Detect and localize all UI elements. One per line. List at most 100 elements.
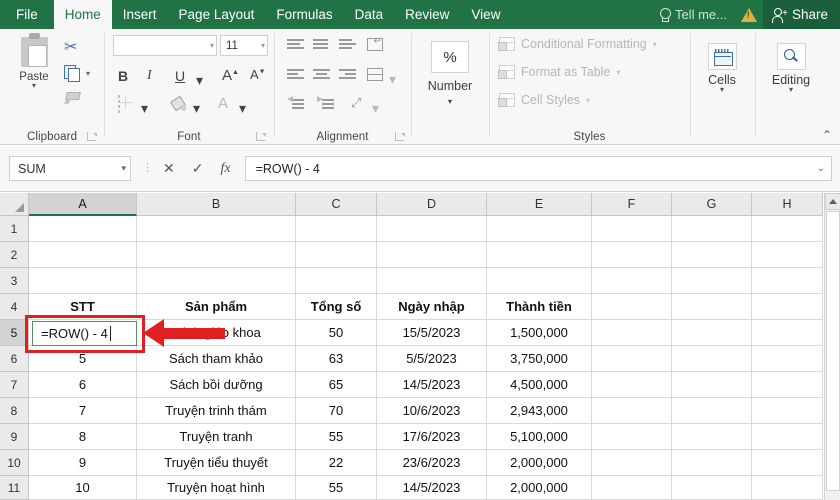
cell-c11[interactable]: 55 (296, 476, 377, 500)
align-center-icon[interactable] (313, 69, 330, 82)
cell-d7[interactable]: 14/5/2023 (377, 372, 487, 398)
cell-d2[interactable] (377, 242, 487, 268)
cell-e7[interactable]: 4,500,000 (487, 372, 592, 398)
warning-triangle-icon[interactable] (740, 7, 757, 22)
clipboard-dialog-launcher[interactable] (87, 132, 97, 141)
font-dialog-launcher[interactable] (256, 132, 266, 141)
cell-d4[interactable]: Ngày nhập (377, 294, 487, 320)
cell-b3[interactable] (137, 268, 296, 294)
font-color-caret-icon[interactable]: ▾ (239, 101, 246, 115)
column-header-h[interactable]: H (752, 193, 823, 216)
cell-g8[interactable] (672, 398, 752, 424)
font-name-caret-icon[interactable]: ▾ (210, 41, 214, 50)
font-size-input[interactable]: 11 ▾ (220, 35, 268, 56)
tell-me-search[interactable]: Tell me... (651, 0, 735, 29)
cell-e2[interactable] (487, 242, 592, 268)
cancel-x-icon[interactable]: ✕ (163, 160, 175, 177)
row-header-1[interactable]: 1 (0, 216, 29, 242)
borders-icon[interactable] (118, 95, 120, 113)
cell-h6[interactable] (752, 346, 823, 372)
cell-d9[interactable]: 17/6/2023 (377, 424, 487, 450)
share-button[interactable]: + Share (762, 0, 840, 29)
conditional-formatting-button[interactable]: Conditional Formatting ▾ (498, 37, 657, 51)
row-header-7[interactable]: 7 (0, 372, 29, 398)
italic-button[interactable]: I (147, 69, 152, 83)
cell-g4[interactable] (672, 294, 752, 320)
cell-h8[interactable] (752, 398, 823, 424)
vertical-scrollbar[interactable] (824, 193, 840, 500)
cell-f4[interactable] (592, 294, 672, 320)
column-header-g[interactable]: G (672, 193, 752, 216)
tab-home[interactable]: Home (53, 0, 112, 29)
wrap-text-icon[interactable] (367, 36, 383, 51)
column-header-c[interactable]: C (296, 193, 377, 216)
formula-input[interactable]: =ROW() - 4 ⌄ (244, 156, 832, 181)
align-bottom-icon[interactable] (339, 39, 356, 52)
confirm-check-icon[interactable]: ✓ (192, 160, 204, 177)
tab-review[interactable]: Review (394, 0, 460, 29)
cell-f11[interactable] (592, 476, 672, 500)
cell-f7[interactable] (592, 372, 672, 398)
row-header-9[interactable]: 9 (0, 424, 29, 450)
format-as-table-caret-icon[interactable]: ▾ (616, 68, 620, 77)
font-name-input[interactable]: ▾ (113, 35, 217, 56)
cell-f6[interactable] (592, 346, 672, 372)
cell-h10[interactable] (752, 450, 823, 476)
cell-c9[interactable]: 55 (296, 424, 377, 450)
cell-f1[interactable] (592, 216, 672, 242)
underline-caret-icon[interactable]: ▾ (196, 73, 203, 87)
column-header-a[interactable]: A (29, 193, 137, 216)
align-right-icon[interactable] (339, 69, 356, 82)
column-header-f[interactable]: F (592, 193, 672, 216)
cells-dropdown-caret-icon[interactable]: ▾ (699, 86, 745, 94)
cell-c2[interactable] (296, 242, 377, 268)
cell-d5[interactable]: 15/5/2023 (377, 320, 487, 346)
cell-h7[interactable] (752, 372, 823, 398)
active-cell-editor[interactable]: =ROW() - 4 (32, 321, 137, 346)
align-middle-icon[interactable] (313, 39, 330, 52)
row-header-11[interactable]: 11 (0, 476, 29, 500)
cell-styles-button[interactable]: Cell Styles ▾ (498, 93, 590, 107)
cell-b1[interactable] (137, 216, 296, 242)
conditional-formatting-caret-icon[interactable]: ▾ (653, 40, 657, 49)
cell-styles-caret-icon[interactable]: ▾ (586, 96, 590, 105)
cell-a9[interactable]: 8 (29, 424, 137, 450)
cell-b6[interactable]: Sách tham khảo (137, 346, 296, 372)
cell-b7[interactable]: Sách bồi dưỡng (137, 372, 296, 398)
cell-b2[interactable] (137, 242, 296, 268)
copy-dropdown-caret-icon[interactable]: ▾ (86, 69, 90, 78)
number-dropdown-caret-icon[interactable]: ▾ (419, 98, 481, 106)
cell-d10[interactable]: 23/6/2023 (377, 450, 487, 476)
cell-f2[interactable] (592, 242, 672, 268)
cell-c4[interactable]: Tổng số (296, 294, 377, 320)
cell-c10[interactable]: 22 (296, 450, 377, 476)
cell-b11[interactable]: Truyện hoạt hình (137, 476, 296, 500)
cell-d8[interactable]: 10/6/2023 (377, 398, 487, 424)
cell-g10[interactable] (672, 450, 752, 476)
cell-h5[interactable] (752, 320, 823, 346)
column-header-e[interactable]: E (487, 193, 592, 216)
merge-center-icon[interactable] (367, 68, 383, 81)
row-header-3[interactable]: 3 (0, 268, 29, 294)
paste-button[interactable]: Paste ▾ (8, 33, 60, 90)
cell-h2[interactable] (752, 242, 823, 268)
tab-view[interactable]: View (460, 0, 511, 29)
cell-h1[interactable] (752, 216, 823, 242)
chevron-up-icon[interactable]: ⌃ (822, 128, 832, 142)
tab-page-layout[interactable]: Page Layout (168, 0, 266, 29)
cell-f9[interactable] (592, 424, 672, 450)
formula-expand-caret-icon[interactable]: ⌄ (817, 163, 825, 174)
cell-g11[interactable] (672, 476, 752, 500)
merge-caret-icon[interactable]: ▾ (389, 72, 396, 86)
cell-e3[interactable] (487, 268, 592, 294)
font-size-caret-icon[interactable]: ▾ (261, 41, 265, 50)
cell-g1[interactable] (672, 216, 752, 242)
row-header-10[interactable]: 10 (0, 450, 29, 476)
cell-e5[interactable]: 1,500,000 (487, 320, 592, 346)
cell-e1[interactable] (487, 216, 592, 242)
underline-button[interactable]: U (175, 69, 185, 83)
cell-e10[interactable]: 2,000,000 (487, 450, 592, 476)
grow-font-button[interactable]: A▲ (222, 68, 239, 83)
cell-c7[interactable]: 65 (296, 372, 377, 398)
align-top-icon[interactable] (287, 39, 304, 52)
